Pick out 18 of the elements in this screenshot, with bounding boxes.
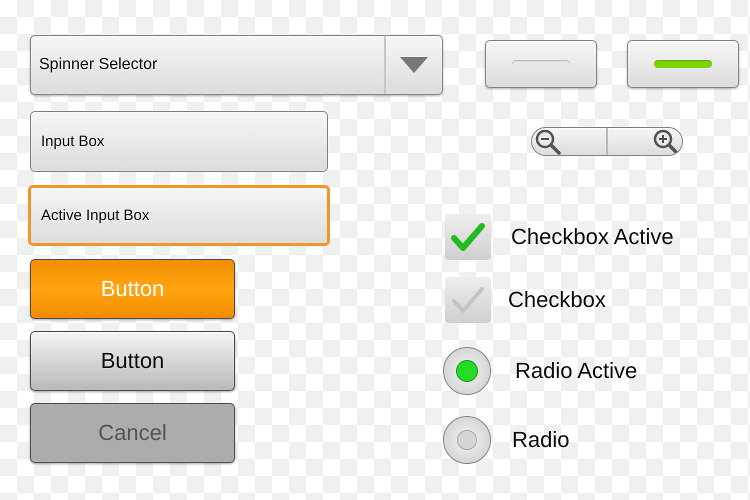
- radio-button[interactable]: [443, 347, 491, 395]
- radio-label: Radio Active: [515, 358, 638, 384]
- checkbox[interactable]: [445, 214, 491, 260]
- checkbox-label: Checkbox Active: [511, 224, 674, 250]
- zoom-in-icon: [652, 128, 680, 155]
- checkbox[interactable]: [445, 277, 491, 323]
- input-field[interactable]: Active Input Box: [28, 185, 330, 246]
- button[interactable]: Button: [30, 331, 235, 391]
- checkbox-label: Checkbox: [508, 287, 606, 313]
- spinner-label: Spinner Selector: [38, 55, 158, 75]
- zoom-out-icon: [534, 128, 562, 155]
- radio-button[interactable]: [443, 416, 491, 464]
- input-field[interactable]: Input Box: [30, 111, 328, 172]
- spinner-selector[interactable]: Spinner Selector: [30, 35, 443, 95]
- toggle-button[interactable]: [627, 40, 739, 88]
- toggle-button[interactable]: [485, 40, 597, 88]
- radio-label: Radio: [512, 427, 570, 453]
- dropdown-arrow-icon: [400, 57, 428, 73]
